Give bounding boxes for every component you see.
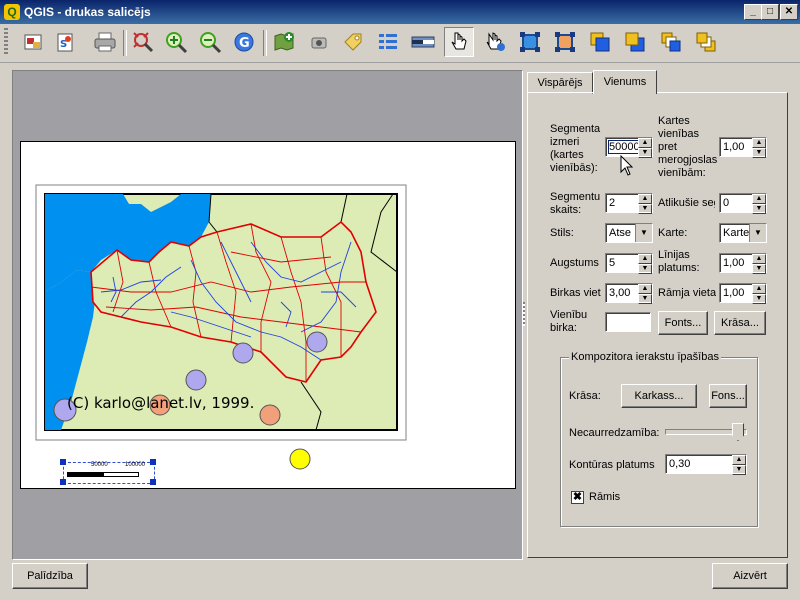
frame-space-label: Rāmja vieta [658,287,716,299]
toolbar-separator [123,30,127,56]
style-combobox[interactable]: Atse ▼ [605,223,653,243]
remaining-segments-spinbox[interactable]: 0 ▲ ▼ [719,193,767,214]
outline-width-spinbox[interactable]: 0,30 ▲ ▼ [665,454,747,475]
line-width-label: Līnijas platums: [658,249,700,274]
composer-canvas[interactable]: (C) karlo@lanet.lv, 1999. 50000 100000 [12,70,523,560]
group-color-label: Krāsa: [569,390,601,402]
tab-item[interactable]: Vienums [593,70,657,94]
segments-label: Segmentu skaits: [550,191,601,216]
map-label: Karte: [658,227,688,239]
map-frame[interactable] [21,142,515,488]
scalebar-segment-1 [67,472,103,477]
opacity-slider-thumb[interactable] [732,423,744,441]
map-units-spinbox[interactable]: 1,00 ▲ ▼ [719,137,767,158]
frame-checkbox-label: Rāmis [589,491,621,503]
add-legend-icon[interactable] [373,27,403,57]
minimize-button[interactable]: _ [744,4,762,20]
raise-icon[interactable] [585,27,615,57]
segment-size-spinbox[interactable]: 50000 ▲ ▼ [605,137,653,158]
line-width-spinbox[interactable]: 1,00 ▲ ▼ [719,253,767,274]
map-copyright: (C) karlo@lanet.lv, 1999. [67,394,255,412]
properties-panel: Vispārējs Vienums Segmenta izmeri (karte… [527,70,788,558]
marker-daugavpils [289,448,311,470]
scalebar-label-2: 100000 [125,462,146,468]
add-label-icon[interactable] [338,27,368,57]
close-window-button[interactable]: ✕ [780,4,798,20]
style-label: Stils: [550,227,574,239]
marker-valmiera [232,342,254,364]
label-space-spinbox[interactable]: 3,00 ▲ ▼ [605,283,653,304]
unit-label-input[interactable] [605,312,651,332]
ungroup-icon[interactable] [550,27,580,57]
tab-general[interactable]: Vispārējs [527,72,593,94]
group-title: Kompozitora ierakstu īpašības [569,351,721,363]
export-image-icon[interactable] [18,27,48,57]
mouse-cursor-icon [620,155,634,176]
toolbar-handle[interactable] [4,28,8,56]
frame-space-spinbox[interactable]: 1,00 ▲ ▼ [719,283,767,304]
frame-color-button[interactable]: Karkass... [621,384,697,408]
map-units-label: Kartes vienības pret merogjoslas vienībā… [658,115,718,179]
height-label: Augstums [550,257,599,269]
move-top-icon[interactable] [656,27,686,57]
zoom-out-icon[interactable] [195,27,225,57]
unit-label-label: Vienību birka: [550,309,588,334]
add-scalebar-icon[interactable] [408,27,438,57]
select-move-icon[interactable] [444,27,474,57]
fonts-button[interactable]: Fonts... [658,311,708,335]
lower-icon[interactable] [620,27,650,57]
scalebar-item[interactable]: 50000 100000 [60,459,156,485]
qgis-app-icon: Q [4,4,20,20]
svg-text:G: G [239,36,250,51]
panel-splitter[interactable] [522,70,526,558]
zoom-full-icon[interactable] [128,27,158,57]
close-button[interactable]: Aizvērt [712,563,788,589]
maximize-button[interactable]: □ [761,4,779,20]
help-button[interactable]: Palīdzība [12,563,88,589]
composer-page[interactable]: (C) karlo@lanet.lv, 1999. 50000 100000 [20,141,516,489]
title-bar: Q QGIS - drukas salicējs _ □ ✕ [0,0,800,24]
tab-item-page: Segmenta izmeri (kartes vienībās): 50000… [527,92,788,558]
toolbar-separator [263,30,267,56]
refresh-icon[interactable]: G [229,27,259,57]
marker-riga [185,369,207,391]
zoom-in-icon[interactable] [161,27,191,57]
move-content-icon[interactable] [480,27,510,57]
scalebar-segment-2 [103,472,139,477]
remaining-segments-label: Atlikušie seg [658,197,715,209]
scalebar-label-1: 50000 [91,462,108,468]
print-icon[interactable] [90,27,120,57]
move-bottom-icon[interactable] [691,27,721,57]
outline-width-label: Kontūras platums [569,459,655,471]
window-title: QGIS - drukas salicējs [24,5,151,19]
height-spinbox[interactable]: 5 ▲ ▼ [605,253,653,274]
add-map-icon[interactable] [269,27,299,57]
group-icon[interactable] [515,27,545,57]
segment-size-label: Segmenta izmeri (kartes vienībās): [550,123,601,174]
label-space-label: Birkas viet [550,287,601,299]
background-color-button[interactable]: Fons... [709,384,747,408]
marker-jekabpils [259,404,281,426]
frame-checkbox[interactable]: ✖ [571,491,584,504]
toolbar: S G [0,24,800,63]
composer-properties-group: Kompozitora ierakstu īpašības Krāsa: Kar… [560,351,758,527]
color-button[interactable]: Krāsa... [714,311,766,335]
segments-spinbox[interactable]: 2 ▲ ▼ [605,193,653,214]
marker-valka [306,331,328,353]
add-image-icon[interactable] [304,27,334,57]
export-svg-icon[interactable]: S [50,27,80,57]
opacity-label: Necaurredzamība: [569,427,660,439]
map-combobox[interactable]: Karte ▼ [719,223,767,243]
